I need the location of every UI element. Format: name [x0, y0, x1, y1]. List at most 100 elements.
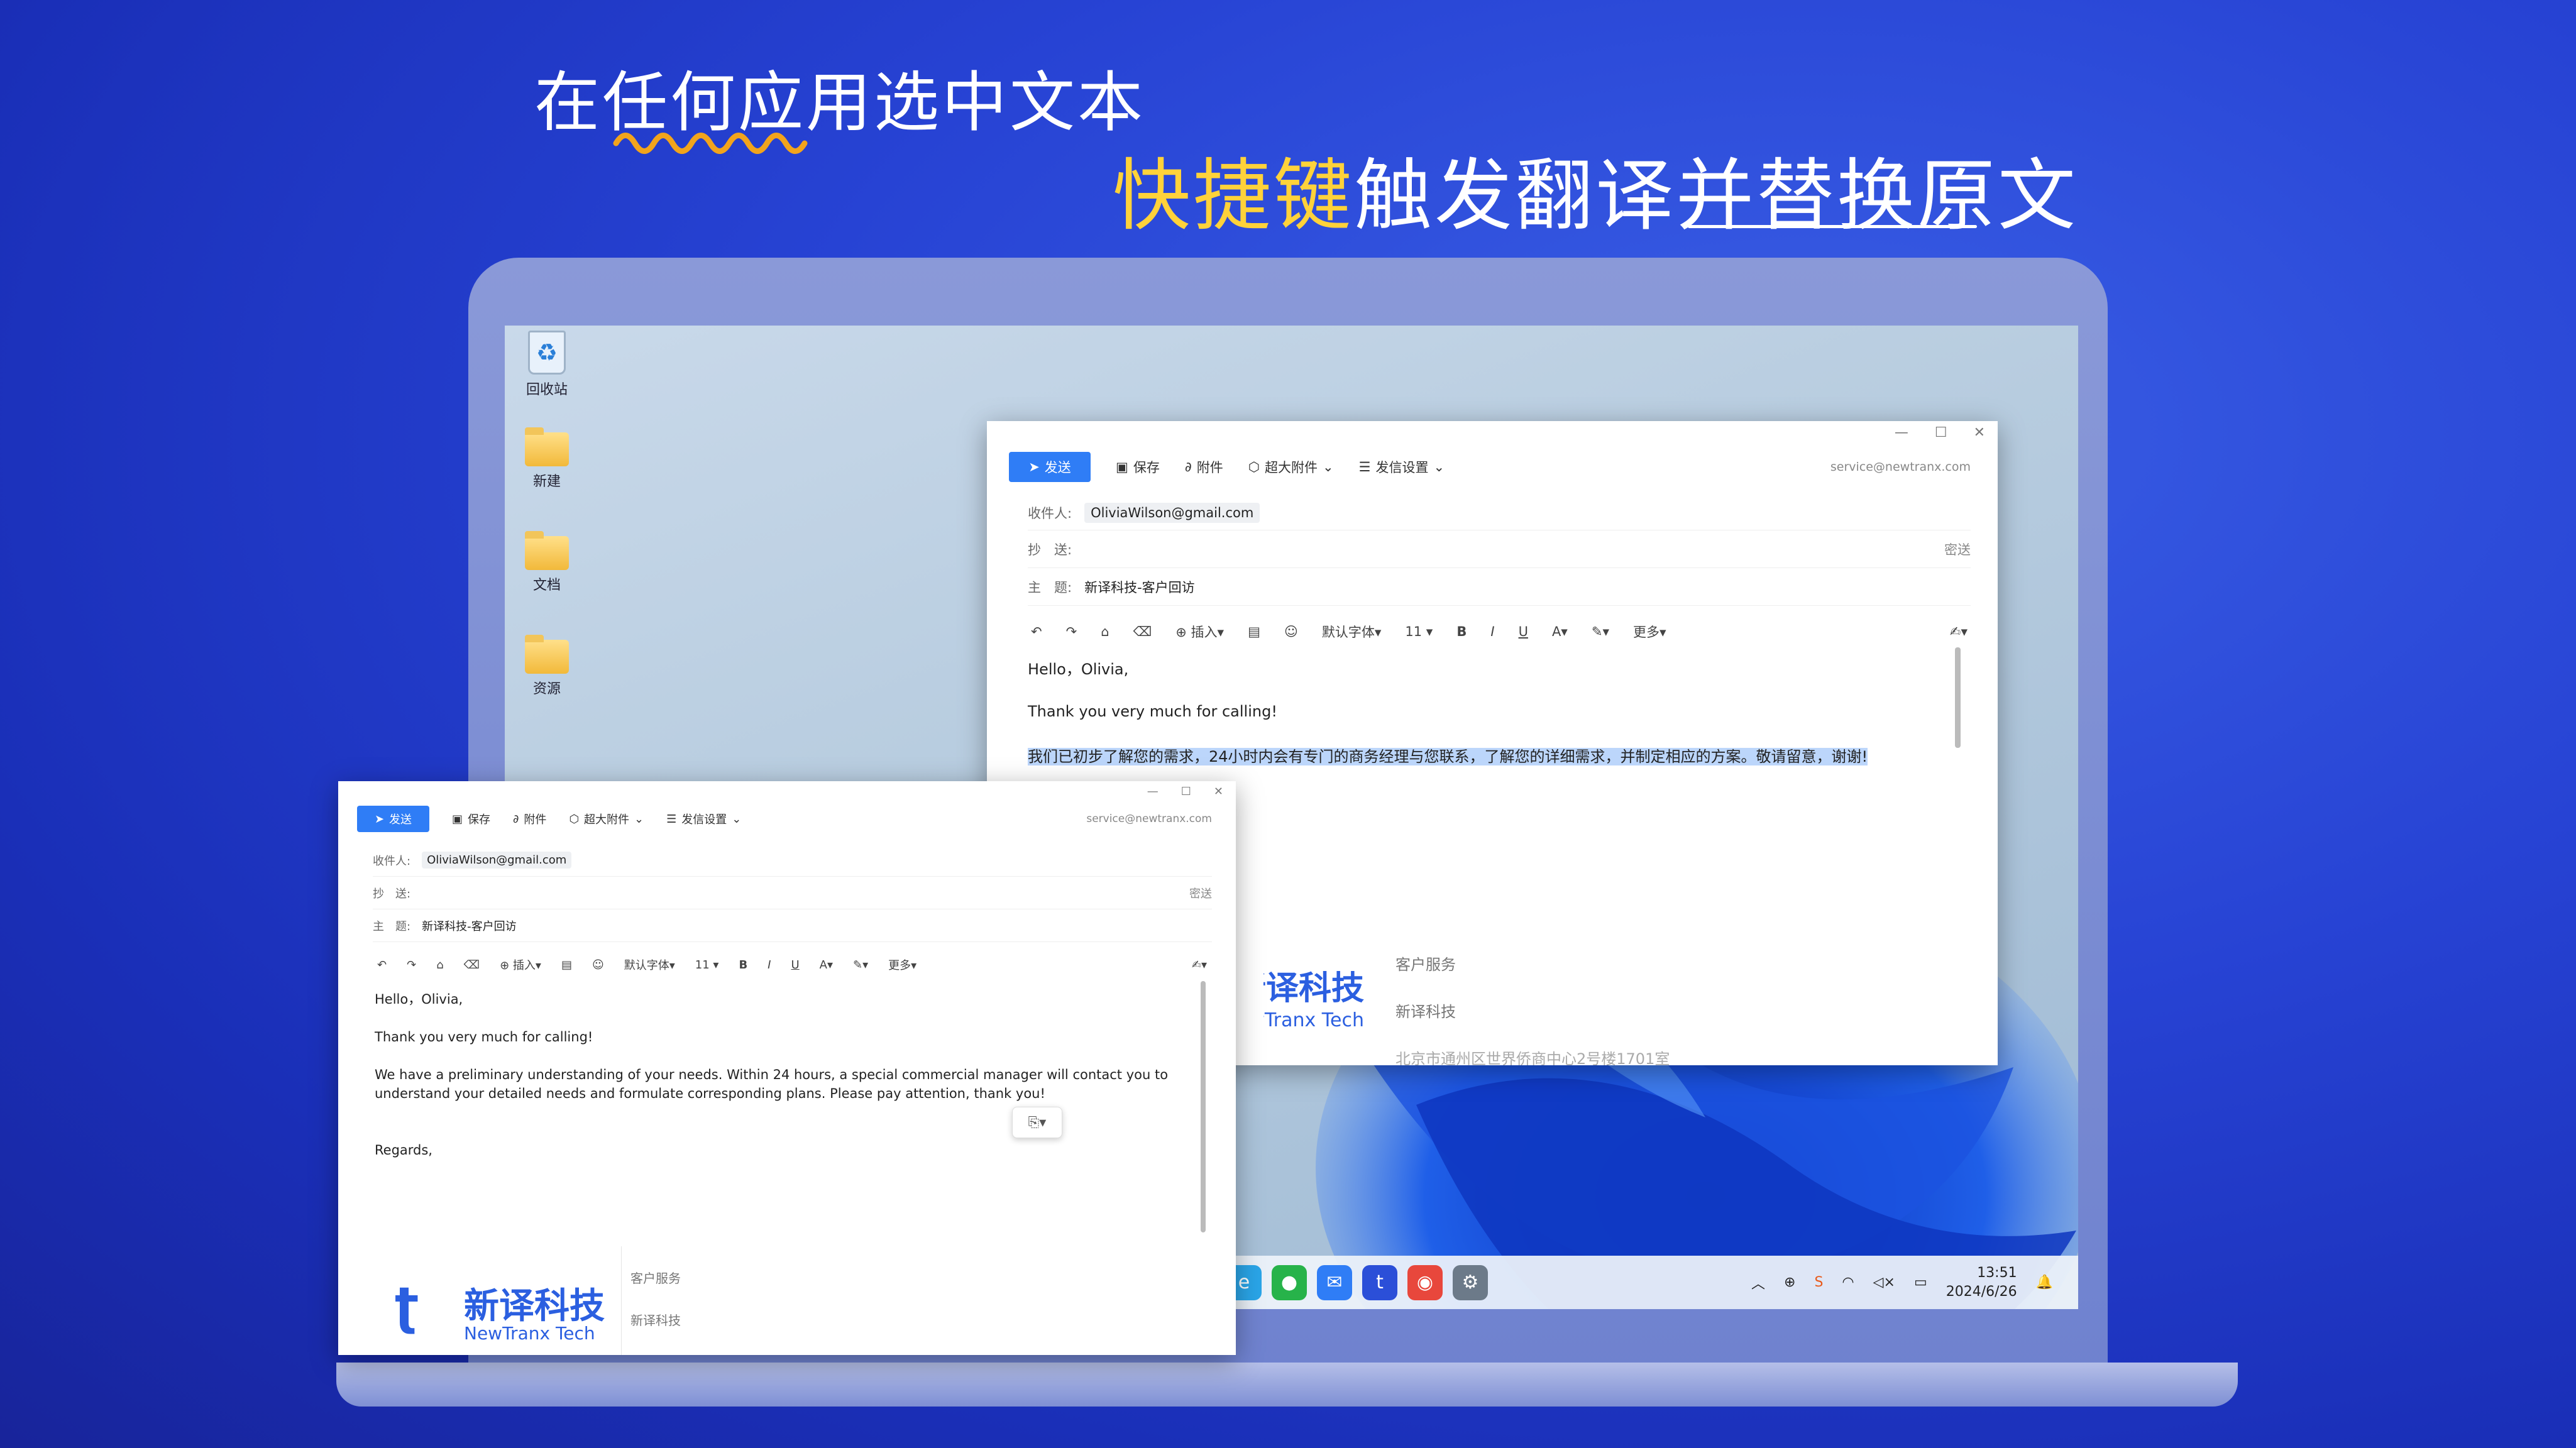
desktop-icon-folder-2[interactable]: 文档	[509, 531, 585, 594]
undo-icon[interactable]: ↶	[1031, 624, 1042, 639]
folder-icon	[525, 635, 569, 674]
translate-replace-popup[interactable]: ⎘▾	[1012, 1107, 1062, 1138]
recipient-chip[interactable]: OliviaWilson@gmail.com	[1084, 502, 1260, 523]
subject-field: 主 题: 新译科技-客户回访	[1028, 568, 1971, 606]
wifi-icon[interactable]: ◠	[1842, 1275, 1854, 1290]
chrome-icon[interactable]: ◉	[1407, 1264, 1443, 1300]
underline-button[interactable]: U	[791, 958, 799, 972]
large-attach-button[interactable]: ⬡ 超大附件 ⌄	[569, 811, 644, 827]
italic-button[interactable]: I	[768, 958, 771, 972]
wechat-icon[interactable]: ●	[1272, 1264, 1307, 1300]
desktop-icon-folder-1[interactable]: 新建	[509, 427, 585, 490]
mail-body-translated[interactable]: Hello，Olivia, Thank you very much for ca…	[375, 990, 1204, 1160]
font-color-icon[interactable]: A▾	[1552, 624, 1568, 639]
redo-icon[interactable]: ↷	[1066, 624, 1077, 639]
newtranx-app-icon[interactable]: t	[1362, 1264, 1397, 1300]
settings-gear-icon[interactable]: ⚙	[1453, 1264, 1488, 1300]
minimize-icon[interactable]: —	[1147, 785, 1159, 798]
logo-text-cn: 新译科技	[464, 1286, 605, 1327]
send-settings-button[interactable]: ☰ 发信设置 ⌄	[666, 811, 741, 827]
template-icon[interactable]: ▤	[561, 958, 572, 972]
bcc-link[interactable]: 密送	[1944, 540, 1971, 559]
save-button[interactable]: ▣ 保存	[1116, 458, 1160, 476]
send-button[interactable]: ➤ 发送	[357, 806, 429, 832]
tray-ime-icon[interactable]: S	[1814, 1275, 1823, 1290]
format-toolbar: ↶ ↷ ⌂ ⌫ ⊕ 插入▾ ▤ ☺ 默认字体▾ 11 ▾ B I U A▾ ✎▾…	[377, 951, 1207, 979]
scrollbar[interactable]	[1955, 647, 1961, 748]
undo-icon[interactable]: ↶	[377, 958, 387, 972]
save-label: 保存	[468, 813, 491, 826]
desktop-icon-folder-3[interactable]: 资源	[509, 635, 585, 698]
taskbar-clock[interactable]: 13:51 2024/6/26	[1946, 1264, 2017, 1302]
subject-field: 主 题: 新译科技-客户回访	[373, 909, 1212, 942]
recipient-chip[interactable]: OliviaWilson@gmail.com	[422, 852, 572, 869]
greeting-text: Hello，Olivia,	[1028, 661, 1129, 678]
send-settings-button[interactable]: ☰ 发信设置 ⌄	[1359, 458, 1445, 476]
send-button[interactable]: ➤ 发送	[1009, 452, 1091, 482]
cc-label: 抄 送:	[1028, 542, 1072, 557]
font-value: 默认字体	[1321, 625, 1375, 640]
size-select[interactable]: 11 ▾	[695, 958, 719, 972]
maximize-icon[interactable]: ☐	[1935, 425, 1947, 441]
italic-button[interactable]: I	[1490, 624, 1494, 639]
cc-field[interactable]: 抄 送: 密送	[373, 877, 1212, 909]
insert-button[interactable]: ⊕ 插入▾	[1175, 622, 1224, 641]
emoji-icon[interactable]: ☺	[592, 958, 604, 972]
underline-button[interactable]: U	[1519, 624, 1528, 639]
mail-body-original[interactable]: Hello，Olivia, Thank you very much for ca…	[1028, 657, 1939, 766]
emoji-icon[interactable]: ☺	[1284, 624, 1298, 639]
redo-icon[interactable]: ↷	[407, 958, 416, 972]
large-attach-button[interactable]: ⬡ 超大附件 ⌄	[1248, 458, 1334, 476]
close-icon[interactable]: ✕	[1974, 425, 1985, 441]
font-select[interactable]: 默认字体▾	[1322, 622, 1382, 641]
tray-chevron-up-icon[interactable]: ︿	[1751, 1273, 1765, 1293]
signature-company: 新译科技	[1395, 1003, 1456, 1021]
notification-bell-icon[interactable]: 🔔	[2036, 1275, 2053, 1290]
cc-field[interactable]: 抄 送: 密送	[1028, 530, 1971, 568]
attach-label: 附件	[524, 813, 547, 826]
format-painter-icon[interactable]: ⌂	[1101, 624, 1109, 639]
battery-icon[interactable]: ▭	[1914, 1275, 1927, 1290]
size-value: 11	[1405, 624, 1423, 639]
desktop-icon-recycle[interactable]: ♻ 回收站	[509, 331, 585, 398]
bcc-link[interactable]: 密送	[1189, 885, 1212, 901]
close-icon[interactable]: ✕	[1214, 785, 1223, 798]
chevron-down-icon: ⌄	[634, 812, 644, 826]
signature-icon[interactable]: ✍▾	[1950, 624, 1968, 639]
paperclip-icon: ∂	[1184, 459, 1192, 474]
font-select[interactable]: 默认字体▾	[624, 957, 675, 973]
to-label: 收件人:	[373, 854, 411, 868]
send-label: 发送	[389, 813, 412, 826]
thanks-text: Thank you very much for calling!	[375, 1029, 593, 1045]
format-painter-icon[interactable]: ⌂	[436, 958, 443, 972]
signature-icon[interactable]: ✍▾	[1192, 958, 1207, 972]
scrollbar[interactable]	[1201, 981, 1206, 1232]
eraser-icon[interactable]: ⌫	[464, 958, 480, 972]
eraser-icon[interactable]: ⌫	[1133, 624, 1152, 639]
maximize-icon[interactable]: ☐	[1181, 785, 1191, 798]
more-button[interactable]: 更多▾	[1633, 622, 1666, 641]
attach-button[interactable]: ∂ 附件	[513, 811, 546, 827]
save-button[interactable]: ▣ 保存	[452, 811, 490, 827]
subject-value[interactable]: 新译科技-客户回访	[1084, 578, 1195, 596]
send-settings-label: 发信设置	[681, 813, 727, 826]
volume-icon[interactable]: ◁×	[1873, 1275, 1895, 1290]
template-icon[interactable]: ▤	[1248, 624, 1260, 639]
insert-button[interactable]: ⊕ 插入▾	[500, 957, 541, 973]
window-controls: — ☐ ✕	[1147, 785, 1223, 798]
highlight-icon[interactable]: ✎▾	[1592, 624, 1609, 639]
attach-button[interactable]: ∂ 附件	[1185, 458, 1223, 476]
headline-accent: 快捷键	[1113, 151, 1355, 241]
mail-app-icon[interactable]: ✉	[1317, 1264, 1352, 1300]
tray-app-icon[interactable]: ⊕	[1784, 1275, 1795, 1290]
cc-label: 抄 送:	[373, 887, 411, 901]
size-select[interactable]: 11 ▾	[1405, 624, 1433, 639]
more-button[interactable]: 更多▾	[888, 957, 916, 973]
subject-value[interactable]: 新译科技-客户回访	[422, 918, 517, 934]
bold-button[interactable]: B	[739, 958, 747, 972]
bold-button[interactable]: B	[1456, 624, 1467, 639]
highlight-icon[interactable]: ✎▾	[853, 958, 868, 972]
font-color-icon[interactable]: A▾	[820, 958, 833, 972]
settings-list-icon: ☰	[1358, 459, 1371, 474]
minimize-icon[interactable]: —	[1895, 425, 1908, 441]
